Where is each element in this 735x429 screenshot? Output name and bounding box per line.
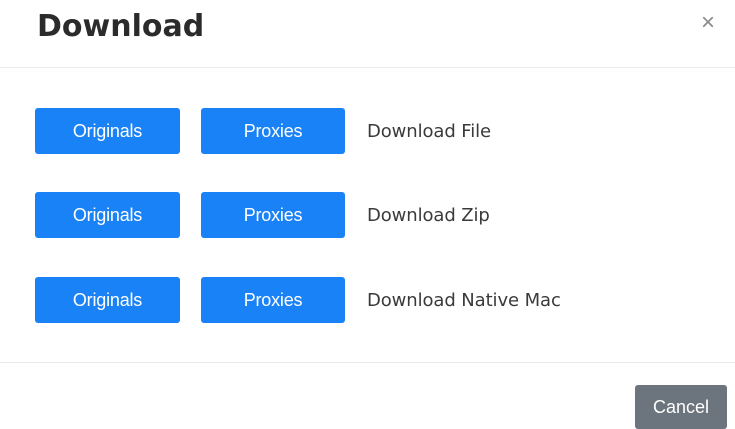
modal-body: Originals Proxies Download File Original…: [0, 68, 735, 362]
originals-button[interactable]: Originals: [35, 277, 180, 323]
download-row-native-mac: Originals Proxies Download Native Mac: [35, 277, 561, 323]
close-icon[interactable]: ×: [695, 10, 721, 36]
row-label: Download Zip: [367, 204, 490, 226]
originals-button[interactable]: Originals: [35, 108, 180, 154]
modal-header: Download ×: [0, 0, 735, 68]
modal-footer: Cancel: [0, 362, 735, 429]
download-modal: Download × Originals Proxies Download Fi…: [0, 0, 735, 429]
proxies-button[interactable]: Proxies: [201, 192, 345, 238]
row-label: Download Native Mac: [367, 289, 561, 311]
modal-title: Download: [37, 9, 205, 44]
download-row-file: Originals Proxies Download File: [35, 108, 491, 154]
row-label: Download File: [367, 120, 492, 142]
proxies-button[interactable]: Proxies: [201, 277, 345, 323]
proxies-button[interactable]: Proxies: [201, 108, 345, 154]
download-row-zip: Originals Proxies Download Zip: [35, 192, 490, 238]
originals-button[interactable]: Originals: [35, 192, 180, 238]
cancel-button[interactable]: Cancel: [635, 385, 727, 429]
